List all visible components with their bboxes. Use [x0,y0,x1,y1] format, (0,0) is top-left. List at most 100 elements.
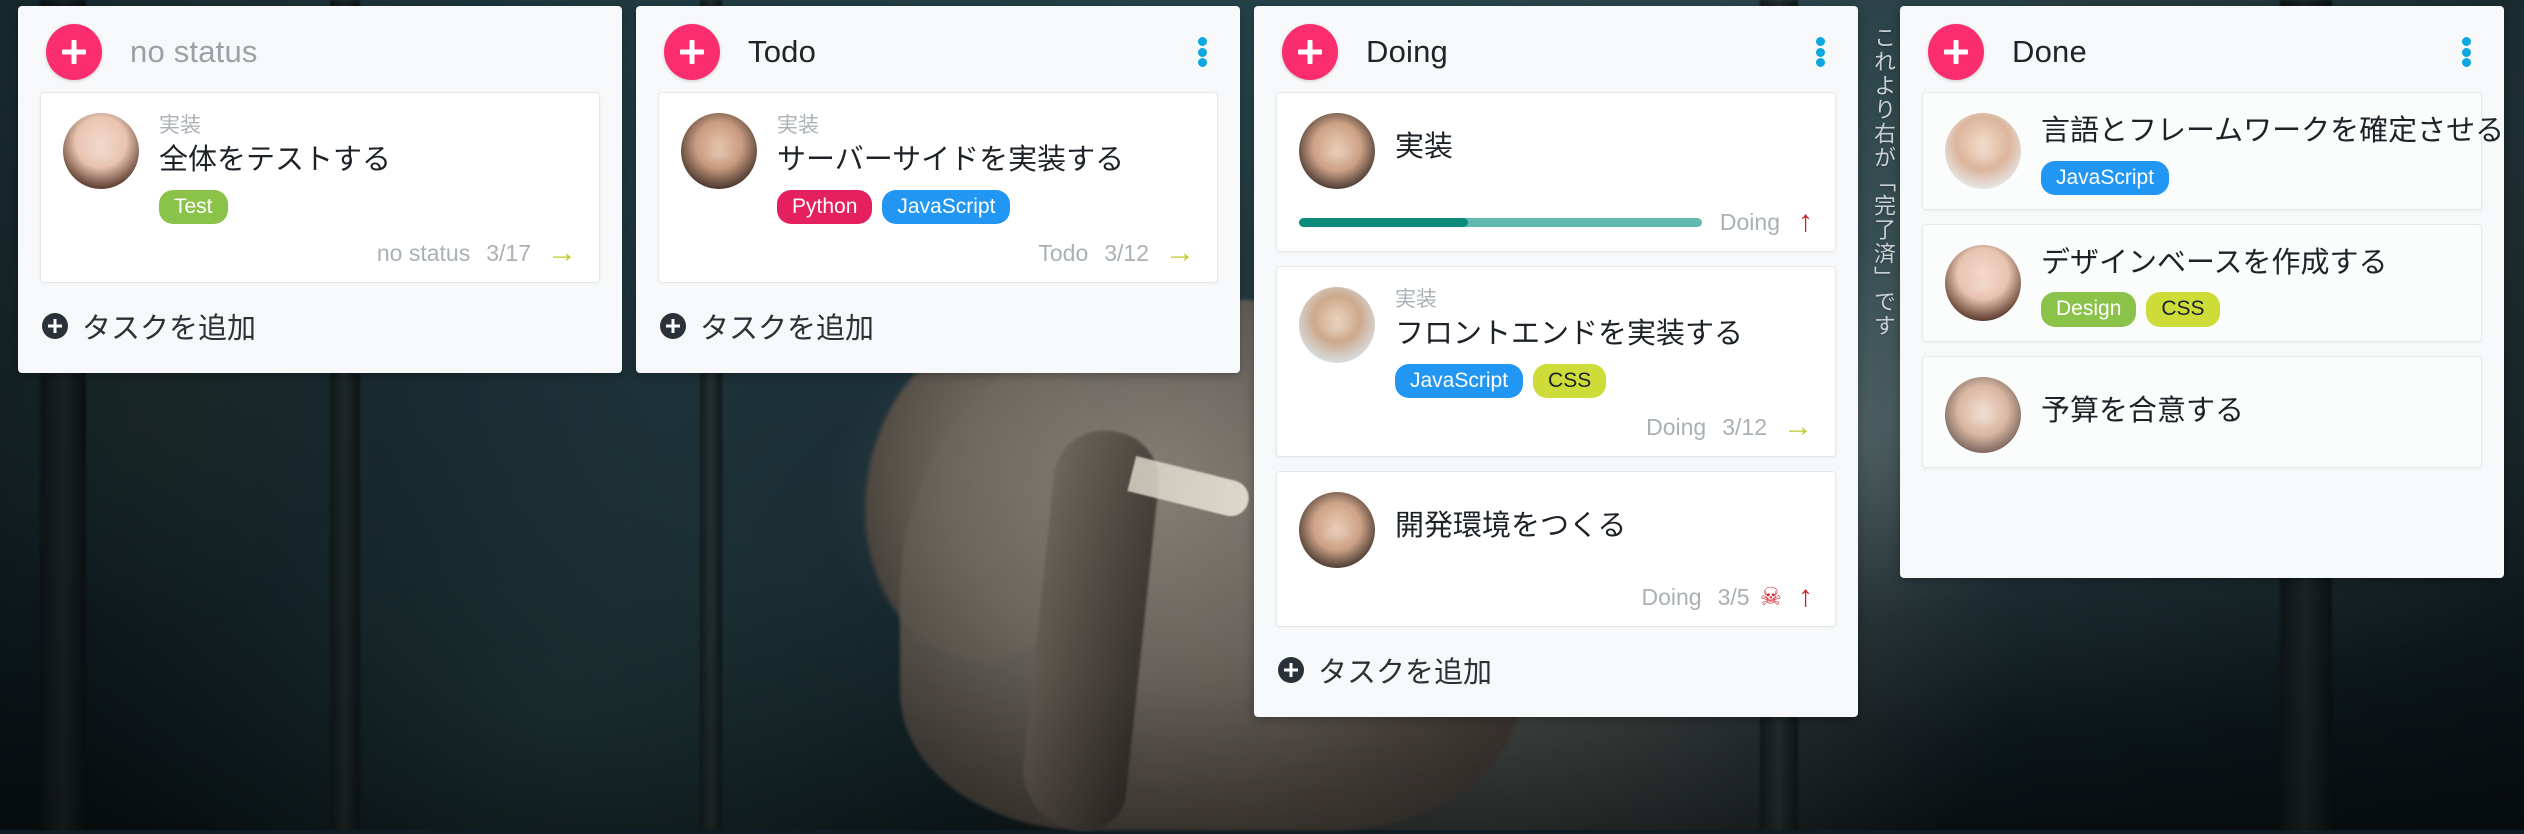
add-task-button-todo[interactable]: タスクを追加 [636,283,1240,373]
task-card[interactable]: 実装 サーバーサイドを実装する Python JavaScript Todo 3/12 → [658,92,1218,284]
menu-dot [1815,37,1825,46]
task-card-title: 実装 [1395,131,1454,163]
task-status-label: Doing [1641,583,1702,610]
tag-javascript[interactable]: JavaScript [1395,363,1524,399]
tag-list: JavaScript CSS [1395,363,1813,399]
task-card-title: 予算を合意する [2041,394,2245,427]
task-card[interactable]: 言語とフレームワークを確定させる JavaScript [1922,92,2505,210]
task-card-main: デザインベースを作成する Design CSS [1945,244,2459,327]
task-card[interactable]: 実装 全体をテストする Test no status 3/17 → [40,92,600,284]
task-card-footer: Doing 3/5 ☠ ↑ [1299,582,1813,612]
task-card-main: 実装全体をテストする Test [63,113,577,225]
task-card-body: 言語とフレームワークを確定させる JavaScript [2041,113,2505,195]
task-card[interactable]: 実装フロントエンドを実装する JavaScript CSS Doing 3/12 → [1276,266,1836,458]
task-card-footer: Todo 3/12 → [681,238,1195,268]
avatar [1299,113,1375,189]
move-up-arrow-icon[interactable]: ↑ [1798,582,1813,612]
add-task-button-no-status[interactable]: タスクを追加 [18,283,622,373]
column-title-doing: Doing [1366,34,1448,69]
task-card-kind: 実装 [1395,288,1437,311]
task-status-label: Doing [1646,413,1707,440]
column-header-doing: Doing [1254,6,1858,92]
menu-dot [2461,47,2471,57]
tag-css[interactable]: CSS [1533,363,1607,399]
task-card-title: 言語とフレームワークを確定させる [2041,115,2505,147]
plus-circle-icon [42,313,68,340]
card-list-doing: 実装 Doing ↑ 実装フロントエンドを実装する JavaScript CSS Doing… [1254,92,1858,628]
task-status-label: no status [376,239,471,266]
tag-list: Python JavaScript [777,189,1195,225]
avatar [1945,376,2021,453]
kanban-board: no status 実装 全体をテストする Test no status 3/17 → タスク… [0,0,2524,830]
plus-circle-icon [660,313,686,340]
column-title-done: Done [2012,34,2087,69]
move-up-arrow-icon[interactable]: ↑ [1798,207,1813,237]
task-card-main: 実装 サーバーサイドを実装する Python JavaScript [681,113,1195,225]
task-card[interactable]: 開発環境をつくる Doing 3/5 ☠ ↑ [1276,471,1836,628]
progress-row: Doing ↑ [1299,207,1813,237]
progress-status-label: Doing [1719,208,1780,235]
tag-css[interactable]: CSS [2146,292,2220,327]
add-card-button-todo[interactable] [664,24,720,80]
avatar [1945,244,2021,321]
task-date-label: 3/12 [1722,413,1767,440]
task-card[interactable]: 実装 Doing ↑ [1276,92,1836,252]
skull-icon: ☠ [1759,582,1782,611]
move-right-arrow-icon[interactable]: → [1165,238,1195,268]
menu-dot [1197,47,1207,57]
column-menu-button-todo[interactable] [1188,35,1216,69]
card-list-todo: 実装 サーバーサイドを実装する Python JavaScript Todo 3/12 → [636,92,1240,284]
avatar [1945,113,2021,189]
menu-dot [1197,58,1207,67]
task-card-title: フロントエンドを実装する [1395,318,1744,351]
progress-fill [1299,217,1469,227]
column-header-no-status: no status [18,6,622,92]
task-date-label: 3/12 [1104,239,1149,266]
task-card-title: 全体をテストする [159,144,392,177]
add-card-button-doing[interactable] [1282,24,1338,80]
menu-dot [2461,58,2471,67]
add-task-button-doing[interactable]: タスクを追加 [1254,627,1858,717]
column-title-todo: Todo [748,34,817,69]
task-card[interactable]: 予算を合意する [1922,355,2482,468]
add-card-button-done[interactable] [1928,24,1984,80]
menu-dot [1197,37,1207,46]
task-card-main: 開発環境をつくる [1299,492,1813,569]
avatar [681,113,757,189]
menu-dot [1815,58,1825,67]
column-header-todo: Todo [636,6,1240,92]
move-right-arrow-icon[interactable]: → [547,238,577,268]
task-card-title: デザインベースを作成する [2041,246,2388,279]
column-menu-button-doing[interactable] [1806,35,1834,69]
kanban-column-todo: Todo 実装 サーバーサイドを実装する Python JavaScript Todo 3/… [636,6,1240,374]
task-card-kind: 実装 [159,114,201,137]
tag-design[interactable]: Design [2041,292,2137,327]
task-card-body: 実装全体をテストする Test [159,113,577,225]
tag-test[interactable]: Test [159,189,228,225]
tag-list: Test [159,189,577,225]
add-card-button-no-status[interactable] [46,24,102,80]
tag-python[interactable]: Python [777,189,873,225]
progress-track [1299,217,1702,227]
task-card-footer: Doing 3/12 → [1299,412,1813,442]
column-menu-button-done[interactable] [2452,35,2480,69]
task-card[interactable]: デザインベースを作成する Design CSS [1922,223,2482,342]
task-card-main: 予算を合意する [1945,376,2459,453]
task-date-label: 3/5 [1717,583,1750,610]
move-right-arrow-icon[interactable]: → [1783,412,1813,442]
task-card-body: 実装 [1395,113,1813,167]
tag-javascript[interactable]: JavaScript [2041,160,2170,195]
card-list-done: 言語とフレームワークを確定させる JavaScript デザインベースを作成する De… [1900,92,2504,468]
tag-list: JavaScript [2041,160,2459,195]
add-task-label: タスクを追加 [700,313,875,346]
kanban-column-doing: Doing 実装 Doing ↑ 実装フロントエンドを実装する JavaScript CSS… [1254,6,1858,718]
task-status-label: Todo [1038,239,1089,266]
tag-javascript[interactable]: JavaScript [882,189,1011,225]
task-card-body: 実装フロントエンドを実装する JavaScript CSS [1395,287,1813,399]
task-card-kind: 実装 [777,114,819,137]
avatar [63,113,139,189]
task-card-main: 言語とフレームワークを確定させる JavaScript [1945,113,2505,195]
kanban-column-no-status: no status 実装 全体をテストする Test no status 3/17 → タスク… [18,6,622,374]
task-card-title: 開発環境をつくる [1395,510,1627,543]
task-card-main: 実装フロントエンドを実装する JavaScript CSS [1299,287,1813,399]
